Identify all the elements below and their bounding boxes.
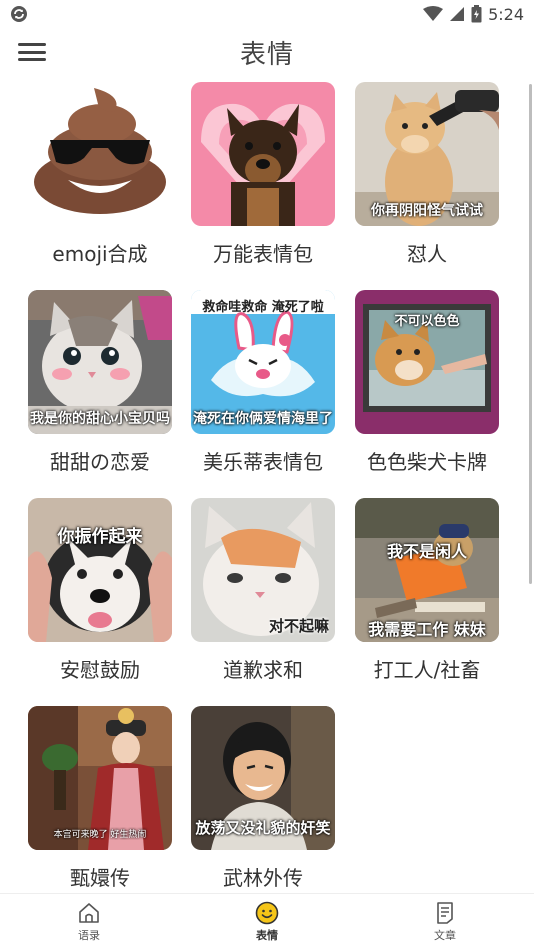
category-worker[interactable]: 我不是闲人 我需要工作 妹妹 打工人/社畜 [355,498,499,698]
category-comfort-encourage[interactable]: 你振作起来 安慰鼓励 [28,498,172,698]
thumbnail-caption: 你再阴阳怪气试试 [371,203,483,219]
category-emoji-combine[interactable]: emoji合成 [28,82,172,282]
category-label: 甜甜の恋爱 [50,450,150,474]
bottom-navigation: 语录 表情 文章 [0,893,534,950]
category-label: 美乐蒂表情包 [203,450,323,474]
category-label: 怼人 [407,242,447,266]
category-label: 安慰鼓励 [60,658,140,682]
thumbnail-top-caption: 你振作起来 [57,527,143,547]
status-bar: 5:24 [0,0,534,28]
category-thumbnail: 你振作起来 [28,498,172,642]
thumbnail-top-caption: 不可以色色 [394,314,460,329]
category-label: emoji合成 [52,242,148,266]
category-label: 打工人/社畜 [373,658,481,682]
thumbnail-top-caption: 救命哇救命 淹死了啦 [202,300,324,315]
husky-image [28,498,172,642]
category-thumbnail: 我不是闲人 我需要工作 妹妹 [355,498,499,642]
menu-icon[interactable] [18,40,46,64]
thumbnail-caption: 淹死在你俩爱情海里了 [193,411,333,427]
category-universal-stickers[interactable]: 万能表情包 [191,82,335,282]
home-icon [79,903,99,923]
poop-emoji-icon [28,82,172,226]
category-label: 道歉求和 [223,658,303,682]
category-thumbnail: 你再阴阳怪气试试 [355,82,499,226]
category-wulin[interactable]: 放荡又没礼貌的奸笑 武林外传 [191,706,335,906]
category-label: 武林外传 [223,866,303,890]
thumbnail-caption: 我是你的甜心小宝贝吗 [30,411,170,427]
category-thumbnail: 救命哇救命 淹死了啦 淹死在你俩爱情海里了 [191,290,335,434]
thumbnail-caption: 放荡又没礼貌的奸笑 [195,819,331,837]
category-thumbnail: 对不起嘛 [191,498,335,642]
smiley-icon [255,901,279,925]
app-bar: 表情 [0,28,534,76]
category-label: 甄嬛传 [70,866,130,890]
category-thumbnail: 放荡又没礼貌的奸笑 [191,706,335,850]
category-label: 万能表情包 [213,242,313,266]
page-title: 表情 [239,39,294,70]
thumbnail-top-caption: 我不是闲人 [386,542,467,561]
sync-icon [11,6,27,22]
category-thumbnail: 我是你的甜心小宝贝吗 [28,290,172,434]
category-thumbnail: 本宫可来晚了 好生热闹 [28,706,172,850]
category-thumbnail [28,82,172,226]
wifi-icon [423,6,444,21]
status-right: 5:24 [423,5,524,24]
signal-icon [450,7,465,21]
category-melody-stickers[interactable]: 救命哇救命 淹死了啦 淹死在你俩爱情海里了 美乐蒂表情包 [191,290,335,490]
thumbnail-caption: 本宫可来晚了 好生热闹 [53,830,147,840]
category-roast[interactable]: 你再阴阳怪气试试 怼人 [355,82,499,282]
category-thumbnail: 不可以色色 [355,290,499,434]
nav-label: 表情 [256,929,278,942]
nav-item-quotes[interactable]: 语录 [0,894,178,950]
category-thumbnail [191,82,335,226]
scrollbar[interactable] [529,84,532,584]
category-label: 色色柴犬卡牌 [367,450,487,474]
category-apologize[interactable]: 对不起嘛 道歉求和 [191,498,335,698]
dog-heart-image [191,82,335,226]
nav-item-articles[interactable]: 文章 [356,894,534,950]
category-zhenhuan[interactable]: 本宫可来晚了 好生热闹 甄嬛传 [28,706,172,906]
status-left [10,5,28,23]
category-shiba-cards[interactable]: 不可以色色 色色柴犬卡牌 [355,290,499,490]
thumbnail-caption: 我需要工作 妹妹 [368,620,486,639]
document-icon [437,902,453,924]
status-time: 5:24 [488,4,524,24]
thumbnail-caption: 对不起嘛 [268,617,329,635]
nav-label: 文章 [434,929,456,942]
battery-icon [471,5,482,23]
nav-label: 语录 [78,929,100,942]
category-sweet-love[interactable]: 我是你的甜心小宝贝吗 甜甜の恋爱 [28,290,172,490]
nav-item-stickers[interactable]: 表情 [178,894,356,950]
